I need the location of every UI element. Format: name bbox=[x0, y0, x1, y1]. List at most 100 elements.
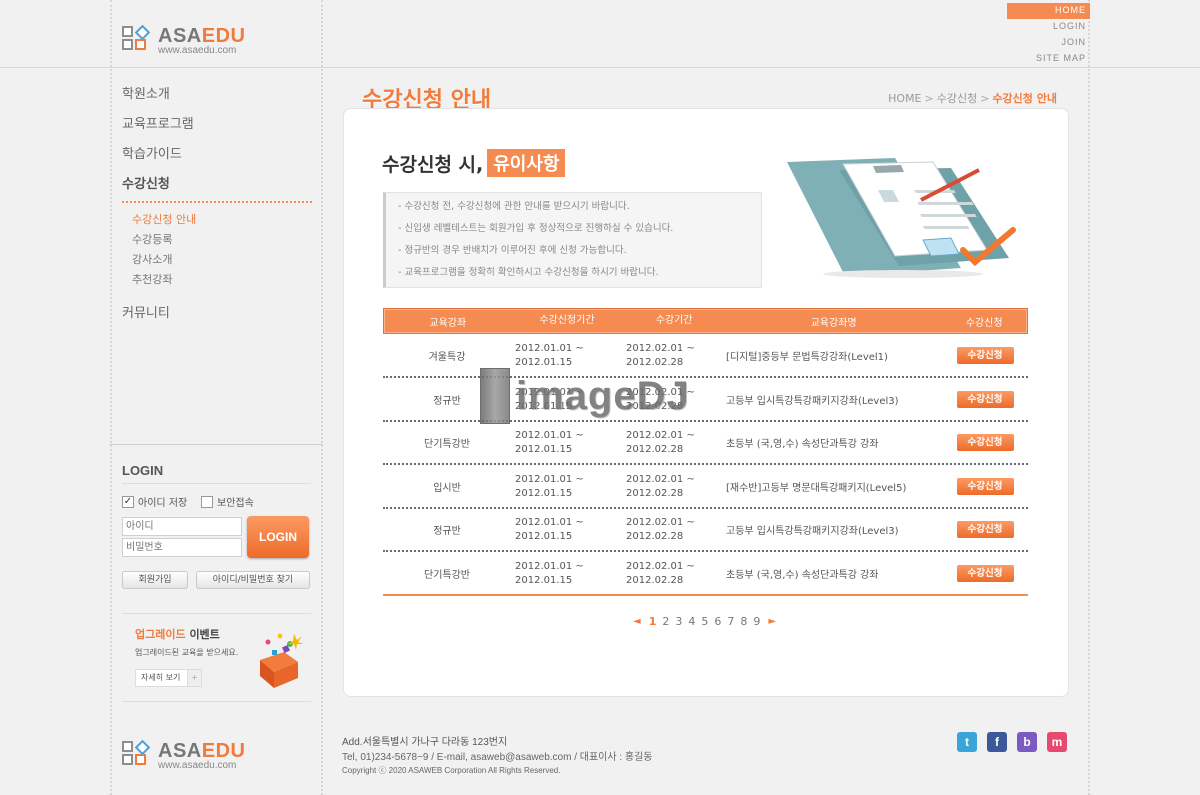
sidebar-subitem-enroll-guide[interactable]: 수강신청 안내 bbox=[122, 213, 312, 233]
table-row: 단기특강반 2012.01.01 ~2012.01.15 2012.02.01 ~2… bbox=[383, 553, 1028, 596]
footer-logo: ASAEDU www.asaedu.com bbox=[122, 739, 245, 771]
period-from: 2012.02.01 ~ bbox=[626, 560, 695, 572]
cell-apply: 수강신청 bbox=[942, 347, 1028, 364]
page-link[interactable]: 4 bbox=[688, 615, 695, 628]
guide-line-left bbox=[110, 0, 112, 795]
save-id-label: 아이디 저장 bbox=[138, 498, 188, 509]
page-link[interactable]: 5 bbox=[701, 615, 708, 628]
facebook-icon[interactable]: f bbox=[987, 732, 1007, 752]
apply-to: 2012.01.15 bbox=[515, 530, 573, 542]
event-divider-top bbox=[122, 613, 311, 614]
apply-to: 2012.01.15 bbox=[515, 574, 573, 586]
id-input[interactable] bbox=[122, 517, 242, 536]
sidebar-subitem-teachers[interactable]: 강사소개 bbox=[122, 253, 312, 273]
sidebar-subitem-register[interactable]: 수강등록 bbox=[122, 233, 312, 253]
twitter-icon[interactable]: t bbox=[957, 732, 977, 752]
apply-button[interactable]: 수강신청 bbox=[956, 434, 1014, 451]
watermark-text: imageDJ bbox=[516, 373, 690, 418]
sidebar-item-enroll[interactable]: 수강신청 bbox=[122, 176, 312, 203]
logo-mark-icon bbox=[122, 739, 152, 767]
notice-item: - 신입생 레벨테스트는 회원가입 후 정상적으로 진행하실 수 있습니다. bbox=[398, 223, 674, 234]
sidebar-item-community[interactable]: 커뮤니티 bbox=[122, 305, 312, 335]
col-header-course-period: 수강기간 bbox=[655, 315, 693, 326]
apply-from: 2012.01.01 ~ bbox=[515, 429, 584, 441]
page-link[interactable]: 7 bbox=[727, 615, 734, 628]
cell-course-name[interactable]: 고등부 입시특강특강패키지강좌(Level3) bbox=[726, 522, 942, 537]
find-account-button[interactable]: 아이디/비밀번호 찾기 bbox=[196, 571, 310, 589]
login-title: LOGIN bbox=[122, 463, 164, 478]
blog-icon[interactable]: b bbox=[1017, 732, 1037, 752]
page-link[interactable]: 8 bbox=[740, 615, 747, 628]
prev-page-icon[interactable]: ◄ bbox=[633, 616, 641, 627]
guide-line-right bbox=[1088, 0, 1090, 795]
secure-login-checkbox[interactable]: 보안접속 bbox=[201, 494, 254, 509]
apply-button[interactable]: 수강신청 bbox=[956, 478, 1014, 495]
cell-apply: 수강신청 bbox=[942, 565, 1028, 582]
logo-url: www.asaedu.com bbox=[158, 45, 237, 56]
period-from: 2012.02.01 ~ bbox=[626, 473, 695, 485]
notice-item: - 교육프로그램을 정확히 확인하시고 수강신청을 하시기 바랍니다. bbox=[398, 267, 659, 278]
col-header-apply: 수강신청 bbox=[965, 317, 1003, 329]
page-link[interactable]: 3 bbox=[675, 615, 682, 628]
sidebar-divider bbox=[110, 444, 323, 445]
breadcrumb-separator: > bbox=[924, 92, 934, 105]
footer-logo-text-main: ASA bbox=[158, 740, 202, 762]
period-from: 2012.02.01 ~ bbox=[626, 342, 695, 354]
cell-course-period: 2012.02.01 ~ 2012.02.28 bbox=[622, 473, 726, 501]
notice-heading-text: 수강신청 시, bbox=[382, 153, 484, 176]
course-table-header: 교육강좌 수강신청기간 수강기간 교육강좌명 수강신청 bbox=[383, 308, 1028, 334]
guide-line-sidebar bbox=[321, 0, 323, 795]
page-link[interactable]: 2 bbox=[662, 615, 669, 628]
login-button[interactable]: LOGIN bbox=[247, 516, 309, 558]
cell-course-name[interactable]: [재수반]고등부 명문대특강패키지(Level5) bbox=[726, 479, 942, 494]
col-header-course: 교육강좌 bbox=[429, 317, 467, 329]
event-more-label: 자세히 보기 bbox=[141, 673, 181, 682]
apply-button[interactable]: 수강신청 bbox=[956, 347, 1014, 364]
login-divider bbox=[122, 483, 311, 484]
period-to: 2012.02.28 bbox=[626, 443, 684, 455]
page-link[interactable]: 6 bbox=[714, 615, 721, 628]
join-button[interactable]: 회원가입 bbox=[122, 571, 188, 589]
checkbox-unchecked-icon bbox=[201, 495, 213, 508]
cell-course-name[interactable]: 초등부 (국,영,수) 속성단과특강 강좌 bbox=[726, 435, 942, 450]
breadcrumb-enroll[interactable]: 수강신청 bbox=[937, 92, 977, 105]
cell-course-name[interactable]: [디지털]중등부 문법특강강좌(Level1) bbox=[726, 348, 942, 363]
apply-from: 2012.01.01 ~ bbox=[515, 473, 584, 485]
password-input[interactable] bbox=[122, 538, 242, 557]
header-logo[interactable]: ASAEDU www.asaedu.com bbox=[122, 24, 245, 56]
apply-button[interactable]: 수강신청 bbox=[956, 565, 1014, 582]
event-more-button[interactable]: 자세히 보기 + bbox=[135, 669, 202, 687]
util-join-link[interactable]: JOIN bbox=[1007, 35, 1090, 51]
save-id-checkbox[interactable]: ✓ 아이디 저장 bbox=[122, 494, 187, 509]
sidebar-item-programs[interactable]: 교육프로그램 bbox=[122, 116, 312, 146]
apply-button[interactable]: 수강신청 bbox=[956, 521, 1014, 538]
apply-from: 2012.01.01 ~ bbox=[515, 342, 584, 354]
page-link[interactable]: 1 bbox=[649, 615, 657, 628]
sidebar-item-guide[interactable]: 학습가이드 bbox=[122, 146, 312, 176]
breadcrumb-home[interactable]: HOME bbox=[888, 92, 921, 105]
util-login-link[interactable]: LOGIN bbox=[1007, 19, 1090, 35]
me2day-icon[interactable]: m bbox=[1047, 732, 1067, 752]
logo-mark-icon bbox=[122, 24, 152, 52]
event-title-rest: 이벤트 bbox=[185, 628, 220, 641]
notice-item: - 정규반의 경우 반배치가 이루어진 후에 신청 가능합니다. bbox=[398, 245, 627, 256]
cell-apply: 수강신청 bbox=[942, 391, 1028, 408]
page-link[interactable]: 9 bbox=[753, 615, 760, 628]
sidebar-item-about[interactable]: 학원소개 bbox=[122, 86, 312, 116]
cell-course-name[interactable]: 고등부 입시특강특강패키지강좌(Level3) bbox=[726, 392, 942, 407]
cell-course: 정규반 bbox=[433, 526, 461, 537]
gift-box-icon bbox=[260, 633, 304, 688]
sidebar-subitem-recommended[interactable]: 추천강좌 bbox=[122, 273, 312, 293]
next-page-icon[interactable]: ► bbox=[768, 616, 776, 627]
footer-copyright: Copyright ⓒ 2020 ASAWEB Corporation All … bbox=[342, 766, 561, 775]
cell-apply-period: 2012.01.01 ~2012.01.15 bbox=[511, 342, 622, 370]
cell-course-name[interactable]: 초등부 (국,영,수) 속성단과특강 강좌 bbox=[726, 566, 942, 581]
util-home-link[interactable]: HOME bbox=[1007, 3, 1090, 19]
apply-button[interactable]: 수강신청 bbox=[956, 391, 1014, 408]
event-banner[interactable]: 업그레이드 이벤트 업그레이드된 교육을 받으세요. 자세히 보기 + bbox=[135, 626, 238, 687]
util-sitemap-link[interactable]: SITE MAP bbox=[1007, 51, 1090, 67]
watermark: imageDJ bbox=[480, 368, 690, 424]
event-title: 업그레이드 이벤트 bbox=[135, 626, 238, 642]
col-header-course-name: 교육강좌명 bbox=[810, 317, 857, 329]
clipboard-folder-illustration bbox=[787, 158, 1016, 278]
